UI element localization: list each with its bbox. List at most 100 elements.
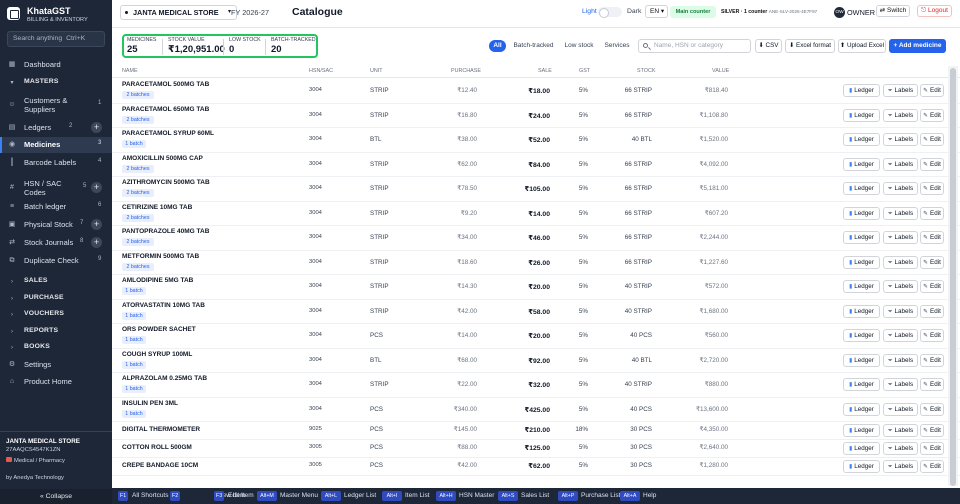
- add-physical-stock-plus-icon[interactable]: +: [91, 219, 102, 230]
- labels-button[interactable]: ⏷ Labels: [883, 231, 918, 244]
- csv-button[interactable]: ⬇ CSV: [755, 39, 782, 53]
- medicine-name[interactable]: AMOXICILLIN 500MG CAP: [122, 155, 203, 162]
- batch-badge[interactable]: 2 batches: [122, 214, 154, 222]
- sidebar-item-ledgers[interactable]: ▤ Ledgers 2 +: [0, 120, 112, 136]
- sidebar-item-medicines[interactable]: ◉ Medicines 3: [0, 137, 112, 153]
- batch-badge[interactable]: 1 batch: [122, 385, 146, 393]
- shortcut-key-9[interactable]: Alt+A: [620, 491, 640, 501]
- add-stock-journal-plus-icon[interactable]: +: [91, 237, 102, 248]
- labels-button[interactable]: ⏷ Labels: [883, 354, 918, 367]
- labels-button[interactable]: ⏷ Labels: [883, 280, 918, 293]
- theme-toggle[interactable]: [598, 7, 622, 18]
- add-ledger-plus-icon[interactable]: +: [91, 122, 102, 133]
- batch-badge[interactable]: 2 batches: [122, 91, 154, 99]
- sidebar-search-input[interactable]: Search anything Ctrl+K: [7, 31, 105, 47]
- medicine-name[interactable]: INSULIN PEN 3ML: [122, 400, 178, 407]
- column-header-sale[interactable]: SALE: [538, 68, 552, 74]
- labels-button[interactable]: ⏷ Labels: [883, 424, 918, 437]
- medicine-name[interactable]: METFORMIN 500MG TAB: [122, 253, 199, 260]
- edit-button[interactable]: ✎ Edit: [920, 133, 944, 146]
- medicine-name[interactable]: AMLODIPINE 5MG TAB: [122, 277, 193, 284]
- edit-button[interactable]: ✎ Edit: [920, 109, 944, 122]
- labels-button[interactable]: ⏷ Labels: [883, 182, 918, 195]
- ledger-button[interactable]: ▮ Ledger: [843, 256, 880, 269]
- edit-button[interactable]: ✎ Edit: [920, 84, 944, 97]
- column-header-unit[interactable]: UNIT: [370, 68, 383, 74]
- labels-button[interactable]: ⏷ Labels: [883, 442, 918, 455]
- medicine-name[interactable]: PARACETAMOL 650MG TAB: [122, 106, 209, 113]
- labels-button[interactable]: ⏷ Labels: [883, 305, 918, 318]
- labels-button[interactable]: ⏷ Labels: [883, 329, 918, 342]
- ledger-button[interactable]: ▮ Ledger: [843, 109, 880, 122]
- sidebar-item-physical-stock[interactable]: ▣ Physical Stock 7 +: [0, 217, 112, 233]
- edit-button[interactable]: ✎ Edit: [920, 158, 944, 171]
- labels-button[interactable]: ⏷ Labels: [883, 84, 918, 97]
- filter-low-stock[interactable]: Low stock: [562, 40, 596, 52]
- ledger-button[interactable]: ▮ Ledger: [843, 231, 880, 244]
- sidebar-item-customers-suppliers[interactable]: ☺ Customers & Suppliers 1: [0, 96, 112, 114]
- ledger-button[interactable]: ▮ Ledger: [843, 305, 880, 318]
- sidebar-item-batch-ledger[interactable]: ≡ Batch ledger 6: [0, 199, 112, 215]
- ledger-button[interactable]: ▮ Ledger: [843, 354, 880, 367]
- batch-badge[interactable]: 1 batch: [122, 336, 146, 344]
- medicine-name[interactable]: ALPRAZOLAM 0.25MG TAB: [122, 375, 207, 382]
- counter-badge[interactable]: Main counter: [670, 6, 716, 18]
- language-select[interactable]: EN ▾: [645, 5, 668, 18]
- sidebar-item-barcode-labels[interactable]: ║ Barcode Labels 4: [0, 155, 112, 171]
- company-selector[interactable]: JANTA MEDICAL STORE ▾: [120, 5, 237, 20]
- labels-button[interactable]: ⏷ Labels: [883, 460, 918, 473]
- batch-badge[interactable]: 1 batch: [122, 312, 146, 320]
- medicine-name[interactable]: PARACETAMOL 500MG TAB: [122, 81, 209, 88]
- medicine-name[interactable]: CREPE BANDAGE 10CM: [122, 462, 198, 469]
- edit-button[interactable]: ✎ Edit: [920, 424, 944, 437]
- labels-button[interactable]: ⏷ Labels: [883, 256, 918, 269]
- column-header-gst[interactable]: GST: [579, 68, 590, 74]
- add-medicine-button[interactable]: + Add medicine: [889, 39, 946, 53]
- ledger-button[interactable]: ▮ Ledger: [843, 133, 880, 146]
- batch-badge[interactable]: 2 batches: [122, 116, 154, 124]
- filter-batch-tracked[interactable]: Batch-tracked: [511, 40, 556, 52]
- shortcut-key-5[interactable]: Alt+I: [382, 491, 402, 501]
- labels-button[interactable]: ⏷ Labels: [883, 403, 918, 416]
- edit-button[interactable]: ✎ Edit: [920, 354, 944, 367]
- batch-badge[interactable]: 1 batch: [122, 410, 146, 418]
- shortcut-key-8[interactable]: Alt+P: [558, 491, 578, 501]
- search-input[interactable]: Name, HSN or category: [638, 39, 751, 53]
- fiscal-year[interactable]: FY 2026-27: [231, 8, 269, 17]
- logout-button[interactable]: ⎋ Logout: [917, 5, 952, 17]
- shortcut-key-1[interactable]: F2: [170, 491, 181, 501]
- edit-button[interactable]: ✎ Edit: [920, 442, 944, 455]
- edit-button[interactable]: ✎ Edit: [920, 280, 944, 293]
- batch-badge[interactable]: 1 batch: [122, 287, 146, 295]
- shortcut-key-4[interactable]: Alt+L: [321, 491, 341, 501]
- shortcut-key-6[interactable]: Alt+H: [436, 491, 456, 501]
- excel-format-button[interactable]: ⬇ Excel format: [785, 39, 835, 53]
- sidebar-section-vouchers[interactable]: › VOUCHERS: [0, 307, 112, 323]
- table-scrollbar[interactable]: [948, 66, 958, 486]
- column-header-name[interactable]: NAME: [122, 68, 138, 74]
- batch-badge[interactable]: 2 batches: [122, 189, 154, 197]
- labels-button[interactable]: ⏷ Labels: [883, 207, 918, 220]
- sidebar-item-settings[interactable]: ⚙ Settings: [0, 357, 112, 373]
- batch-badge[interactable]: 2 batches: [122, 238, 154, 246]
- edit-button[interactable]: ✎ Edit: [920, 460, 944, 473]
- edit-button[interactable]: ✎ Edit: [920, 403, 944, 416]
- medicine-name[interactable]: AZITHROMYCIN 500MG TAB: [122, 179, 210, 186]
- ledger-button[interactable]: ▮ Ledger: [843, 442, 880, 455]
- medicine-name[interactable]: ORS POWDER SACHET: [122, 326, 196, 333]
- column-header-purchase[interactable]: PURCHASE: [451, 68, 481, 74]
- edit-button[interactable]: ✎ Edit: [920, 231, 944, 244]
- ledger-button[interactable]: ▮ Ledger: [843, 207, 880, 220]
- batch-badge[interactable]: 1 batch: [122, 361, 146, 369]
- medicine-name[interactable]: PANTOPRAZOLE 40MG TAB: [122, 228, 209, 235]
- edit-button[interactable]: ✎ Edit: [920, 256, 944, 269]
- scrollbar-thumb[interactable]: [950, 68, 956, 486]
- ledger-button[interactable]: ▮ Ledger: [843, 378, 880, 391]
- ledger-button[interactable]: ▮ Ledger: [843, 84, 880, 97]
- edit-button[interactable]: ✎ Edit: [920, 207, 944, 220]
- edit-button[interactable]: ✎ Edit: [920, 378, 944, 391]
- ledger-button[interactable]: ▮ Ledger: [843, 403, 880, 416]
- edit-button[interactable]: ✎ Edit: [920, 305, 944, 318]
- add-hsn-plus-icon[interactable]: +: [91, 182, 102, 193]
- labels-button[interactable]: ⏷ Labels: [883, 378, 918, 391]
